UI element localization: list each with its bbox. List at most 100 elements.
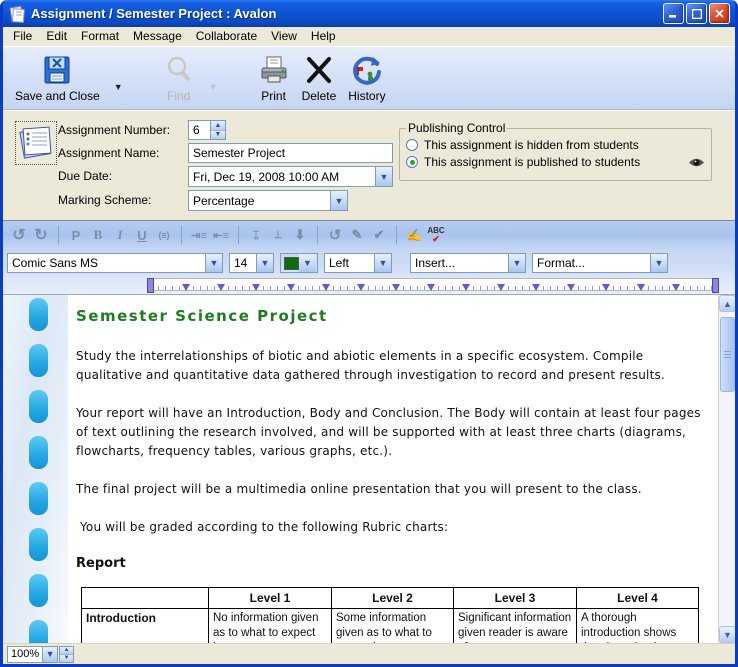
tab-stop-marker[interactable] [287, 284, 295, 291]
rubric-header-cell: Level 4 [577, 588, 699, 609]
tab-stop-marker[interactable] [322, 284, 330, 291]
menu-format[interactable]: Format [74, 28, 126, 44]
tab-stop-marker[interactable] [637, 284, 645, 291]
scroll-up-icon[interactable]: ▲ [719, 295, 735, 312]
spin-up-icon[interactable]: ▲ [211, 121, 225, 131]
underline-icon[interactable]: U [132, 225, 152, 245]
menu-help[interactable]: Help [304, 28, 343, 44]
tab-stop-marker[interactable] [392, 284, 400, 291]
due-date-chevron-icon[interactable]: ▼ [375, 167, 392, 186]
history-button[interactable]: History [342, 51, 391, 105]
format-chevron-icon[interactable]: ▼ [650, 254, 667, 272]
bold-icon[interactable]: B [88, 225, 108, 245]
ruler[interactable] [150, 278, 716, 291]
rubric-table: Level 1 Level 2 Level 3 Level 4 Introduc… [81, 587, 699, 643]
zoom-select[interactable]: 100% ▼ [7, 646, 58, 663]
binding-pill [29, 620, 48, 643]
tab-stop-marker[interactable] [182, 284, 190, 291]
tab-stop-marker[interactable] [217, 284, 225, 291]
find-button[interactable]: Find [157, 51, 201, 105]
tab-stop-marker[interactable] [252, 284, 260, 291]
pencil-icon[interactable]: ✎ [347, 225, 367, 245]
font-name-select[interactable]: Comic Sans MS ▼ [7, 253, 223, 273]
font-color-select[interactable]: ▼ [280, 253, 318, 273]
menu-message[interactable]: Message [126, 28, 189, 44]
strikethrough-icon[interactable]: (s) [154, 225, 174, 245]
title-bar: Assignment / Semester Project : Avalon [3, 0, 735, 27]
signature-icon[interactable]: ✍ [404, 225, 424, 245]
spin-down-icon[interactable]: ▼ [211, 131, 225, 140]
delete-button[interactable]: Delete [296, 51, 343, 105]
marking-scheme-select[interactable]: Percentage ▼ [188, 190, 348, 211]
alignment-chevron-icon[interactable]: ▼ [374, 254, 391, 272]
undo-icon[interactable]: ↺ [9, 225, 29, 245]
document-body[interactable]: Semester Science Project Study the inter… [68, 295, 718, 643]
insert-chevron-icon[interactable]: ▼ [508, 254, 525, 272]
tab-stop-marker[interactable] [602, 284, 610, 291]
rubric-cell: Some information given as to what to exp… [332, 609, 454, 644]
menu-edit[interactable]: Edit [39, 28, 74, 44]
redo-icon[interactable]: ↻ [31, 225, 51, 245]
hidden-option-row[interactable]: This assignment is hidden from students [406, 138, 705, 152]
history-icon [351, 53, 383, 87]
zoom-spinner[interactable]: ▲▼ [59, 646, 74, 663]
menu-view[interactable]: View [264, 28, 304, 44]
assignment-number-value: 6 [189, 123, 210, 137]
insert-below-icon[interactable]: ⬇ [290, 225, 310, 245]
format-select[interactable]: Format... ▼ [532, 253, 668, 273]
close-button[interactable] [709, 3, 730, 24]
menu-collaborate[interactable]: Collaborate [189, 28, 264, 44]
font-size-chevron-icon[interactable]: ▼ [256, 254, 273, 272]
hidden-radio[interactable] [406, 139, 418, 151]
marking-scheme-chevron-icon[interactable]: ▼ [330, 191, 347, 210]
print-button[interactable]: Print [252, 51, 296, 105]
paragraph-icon[interactable]: P [66, 225, 86, 245]
rubric-header-cell: Level 2 [332, 588, 454, 609]
binding-pill [29, 344, 48, 377]
minimize-button[interactable] [663, 3, 684, 24]
clear-tab-icon[interactable]: ⊥ [268, 225, 288, 245]
spellcheck-icon[interactable]: ABC ✔ [426, 225, 446, 245]
tab-stop-marker[interactable] [532, 284, 540, 291]
left-margin-marker[interactable] [147, 278, 154, 293]
font-size-select[interactable]: 14 ▼ [229, 253, 274, 273]
assignment-name-input[interactable]: Semester Project [188, 143, 393, 163]
maximize-button[interactable] [686, 3, 707, 24]
accept-icon[interactable]: ✔ [369, 225, 389, 245]
refresh-icon[interactable]: ↺ [325, 225, 345, 245]
font-name-chevron-icon[interactable]: ▼ [205, 254, 222, 272]
font-color-chevron-icon[interactable]: ▼ [299, 254, 316, 272]
zoom-up-icon[interactable]: ▲ [60, 647, 73, 655]
tab-stop-marker[interactable] [462, 284, 470, 291]
document-paragraph: The final project will be a multimedia o… [76, 480, 708, 499]
right-margin-marker[interactable] [712, 278, 719, 293]
tab-stop-marker[interactable] [672, 284, 680, 291]
alignment-select[interactable]: Left ▼ [324, 253, 392, 273]
delete-icon [304, 53, 334, 87]
zoom-chevron-icon[interactable]: ▼ [42, 647, 57, 662]
save-dropdown-arrow[interactable]: ▼ [106, 82, 131, 92]
tab-stop-marker[interactable] [567, 284, 575, 291]
italic-icon[interactable]: I [110, 225, 130, 245]
scroll-down-icon[interactable]: ▼ [719, 626, 735, 643]
outdent-list-icon[interactable]: ⇤≡ [211, 225, 231, 245]
published-option-row[interactable]: This assignment is published to students [406, 155, 705, 169]
menu-file[interactable]: File [6, 28, 39, 44]
document-subheading: Report [76, 556, 718, 571]
assignment-number-spin-buttons[interactable]: ▲▼ [210, 121, 225, 139]
assignment-number-spinner[interactable]: 6 ▲▼ [188, 120, 226, 140]
tab-marker-icon[interactable]: ⌶̤ [246, 225, 266, 245]
save-and-close-button[interactable]: Save and Close [9, 51, 106, 105]
due-date-select[interactable]: Fri, Dec 19, 2008 10:00 AM ▼ [188, 166, 393, 187]
published-radio[interactable] [406, 156, 418, 168]
tab-stop-marker[interactable] [357, 284, 365, 291]
vertical-scrollbar[interactable]: ▲ ▼ [718, 295, 735, 643]
zoom-down-icon[interactable]: ▼ [60, 655, 73, 662]
insert-select[interactable]: Insert... ▼ [410, 253, 526, 273]
tab-stop-marker[interactable] [497, 284, 505, 291]
scrollbar-thumb[interactable] [720, 317, 735, 392]
editor-format-toolbar: ↺ ↻ P B I U (s) ⇥≡ ⇤≡ ⌶̤ ⊥ ⬇ ↺ ✎ ✔ ✍ ABC… [3, 220, 735, 249]
hidden-option-label: This assignment is hidden from students [424, 138, 639, 152]
tab-stop-marker[interactable] [427, 284, 435, 291]
indent-list-icon[interactable]: ⇥≡ [189, 225, 209, 245]
